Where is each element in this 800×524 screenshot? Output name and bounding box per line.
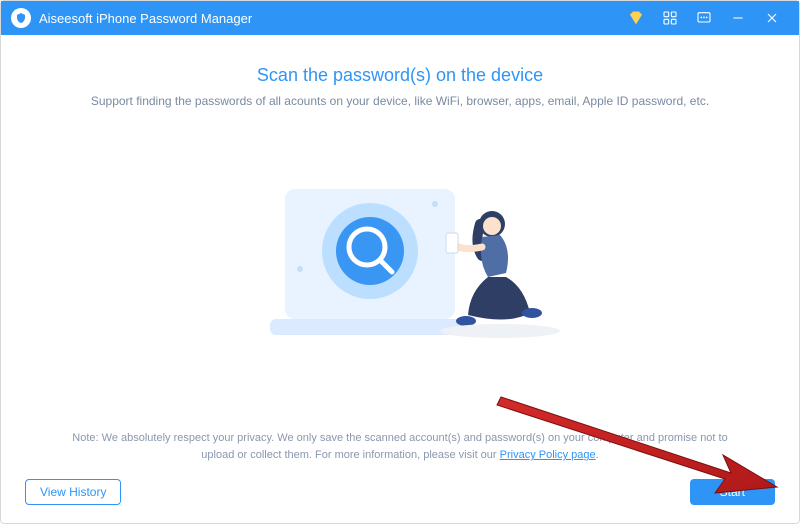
premium-icon[interactable] [619, 1, 653, 35]
minimize-button[interactable] [721, 1, 755, 35]
note-suffix: . [596, 449, 599, 461]
app-title: Aiseesoft iPhone Password Manager [39, 11, 252, 26]
privacy-policy-link[interactable]: Privacy Policy page [500, 449, 596, 461]
footer-bar: View History Start [25, 479, 775, 505]
page-subheading: Support finding the passwords of all aco… [25, 94, 775, 108]
feedback-icon[interactable] [687, 1, 721, 35]
privacy-note: Note: We absolutely respect your privacy… [25, 430, 775, 465]
start-button[interactable]: Start [690, 479, 775, 505]
close-button[interactable] [755, 1, 789, 35]
content-area: Scan the password(s) on the device Suppo… [1, 35, 799, 523]
app-logo-icon [11, 8, 31, 28]
illustration [25, 108, 775, 430]
apps-icon[interactable] [653, 1, 687, 35]
note-text: Note: We absolutely respect your privacy… [72, 432, 727, 462]
view-history-button[interactable]: View History [25, 479, 121, 505]
titlebar: Aiseesoft iPhone Password Manager [1, 1, 799, 35]
app-window: Aiseesoft iPhone Password Manager Scan t… [0, 0, 800, 524]
page-heading: Scan the password(s) on the device [25, 65, 775, 86]
